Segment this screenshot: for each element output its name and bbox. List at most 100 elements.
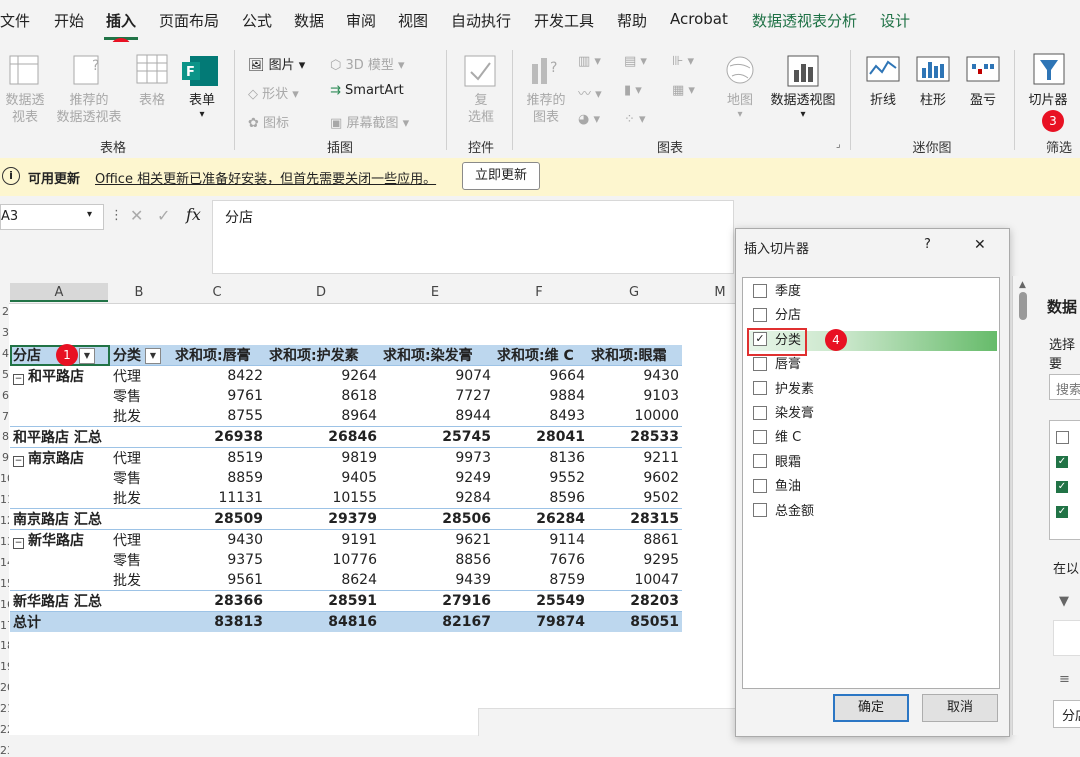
slicer-field-option[interactable]: 染发膏 <box>753 404 814 424</box>
scroll-up-icon[interactable]: ▲ <box>1019 280 1027 290</box>
pivot-value-cell[interactable]: 8519 <box>172 448 266 469</box>
pivot-category-cell[interactable]: 代理 <box>110 448 172 469</box>
pane-search-input[interactable]: 搜索 <box>1049 374 1080 400</box>
pivot-subtotal-cell[interactable]: 29379 <box>266 508 380 530</box>
collapse-icon[interactable]: − <box>13 374 24 385</box>
pivot-value-cell[interactable]: 9191 <box>266 530 380 551</box>
pivot-subtotal-cell[interactable]: 28591 <box>266 590 380 612</box>
row-number[interactable]: 11 <box>0 493 9 506</box>
pivot-subtotal-cell[interactable]: 28533 <box>588 426 682 448</box>
row-number[interactable]: 10 <box>0 472 9 485</box>
pane-field-checkbox-checked[interactable]: ✓ <box>1056 456 1068 468</box>
slicer-field-option[interactable]: 唇膏 <box>753 355 801 375</box>
pivot-subtotal-cell[interactable]: 25745 <box>380 426 494 448</box>
slicer-field-option[interactable]: 鱼油 <box>753 477 801 497</box>
name-box-dropdown-icon[interactable]: ▾ <box>87 209 92 220</box>
pivot-value-cell[interactable]: 7676 <box>494 550 588 570</box>
pivot-value-cell[interactable]: 9295 <box>588 550 682 570</box>
row-number[interactable]: 15 <box>0 577 9 590</box>
pivot-value-cell[interactable]: 9439 <box>380 570 494 591</box>
pivot-value-cell[interactable]: 8624 <box>266 570 380 591</box>
sparkline-winloss-button[interactable]: 盈亏 <box>960 92 1006 109</box>
dialog-close-button[interactable]: ✕ <box>974 237 986 253</box>
checkbox-icon[interactable] <box>753 454 767 469</box>
pivot-value-cell[interactable]: 8964 <box>266 406 380 427</box>
pivot-value-cell[interactable]: 9761 <box>172 386 266 406</box>
row-number[interactable]: 22 <box>0 723 9 736</box>
pivot-grand-total-cell[interactable]: 83813 <box>172 611 266 632</box>
pivot-value-cell[interactable]: 10000 <box>588 406 682 427</box>
pivot-subtotal-label[interactable]: 和平路店 汇总 <box>10 426 172 448</box>
checkbox-icon[interactable] <box>753 381 767 396</box>
checkbox-icon[interactable] <box>753 356 767 371</box>
pivot-subtotal-cell[interactable]: 28315 <box>588 508 682 530</box>
pivot-value-cell[interactable]: 9561 <box>172 570 266 591</box>
pivot-value-cell[interactable]: 9074 <box>380 366 494 387</box>
pivot-value-cell[interactable]: 9973 <box>380 448 494 469</box>
row-number[interactable]: 14 <box>0 556 9 569</box>
column-header-m[interactable]: M <box>700 285 740 300</box>
recommended-pivot-button[interactable]: 推荐的 数据透视表 <box>52 92 126 126</box>
pivot-value-cell[interactable]: 9621 <box>380 530 494 551</box>
category-filter-dropdown-icon[interactable]: ▼ <box>145 348 161 364</box>
collapse-icon[interactable]: − <box>13 538 24 549</box>
menu-pivot-analyze[interactable]: 数据透视表分析 <box>752 10 857 31</box>
pivot-subtotal-cell[interactable]: 26284 <box>494 508 588 530</box>
pivot-store-cell[interactable] <box>10 570 110 591</box>
pivot-subtotal-cell[interactable]: 28509 <box>172 508 266 530</box>
pivot-table-button[interactable]: 数据透 视表 <box>0 92 50 126</box>
enter-icon[interactable]: ✓ <box>157 206 170 225</box>
pivot-store-cell[interactable] <box>10 468 110 488</box>
name-box[interactable]: A3 ▾ <box>0 204 104 230</box>
pivot-header-category[interactable]: 分类 ▼ <box>110 345 172 366</box>
insert-function-icon[interactable]: fx <box>186 205 201 224</box>
menu-developer[interactable]: 开发工具 <box>534 10 594 31</box>
pivot-subtotal-cell[interactable]: 28506 <box>380 508 494 530</box>
menu-page-layout[interactable]: 页面布局 <box>159 10 219 31</box>
pivot-value-cell[interactable]: 8856 <box>380 550 494 570</box>
stat-chart-button[interactable]: ▮ ▾ <box>624 83 642 98</box>
pivot-value-cell[interactable]: 10155 <box>266 488 380 509</box>
pivot-store-cell[interactable]: − 新华路店 <box>10 530 110 551</box>
pivot-value-cell[interactable]: 10776 <box>266 550 380 570</box>
menu-design[interactable]: 设计 <box>880 10 910 31</box>
pane-field-checkbox-checked[interactable]: ✓ <box>1056 481 1068 493</box>
menu-formulas[interactable]: 公式 <box>242 10 272 31</box>
menu-acrobat[interactable]: Acrobat <box>670 10 728 28</box>
pivot-value-cell[interactable]: 9264 <box>266 366 380 387</box>
checkbox-icon[interactable] <box>753 503 767 518</box>
checkbox-icon[interactable] <box>753 405 767 420</box>
horizontal-scrollbar[interactable] <box>478 708 736 736</box>
collapse-icon[interactable]: − <box>13 456 24 467</box>
pivot-chart-dropdown-icon[interactable]: ▾ <box>764 106 842 123</box>
pivot-subtotal-cell[interactable]: 25549 <box>494 590 588 612</box>
row-number[interactable]: 20 <box>0 681 9 694</box>
pivot-subtotal-label[interactable]: 南京路店 汇总 <box>10 508 172 530</box>
hierarchy-chart-button[interactable]: ▤ ▾ <box>624 54 647 69</box>
store-filter-dropdown-icon[interactable]: ▼ <box>79 348 95 364</box>
pivot-value-cell[interactable]: 8493 <box>494 406 588 427</box>
row-number[interactable]: 21 <box>0 702 9 715</box>
menu-insert[interactable]: 插入 <box>106 10 136 31</box>
slicer-field-option[interactable]: 维 C <box>753 428 801 448</box>
row-number[interactable]: 8 <box>0 430 9 443</box>
column-header-a[interactable]: A <box>10 283 108 302</box>
formula-input[interactable]: 分店 <box>212 200 734 274</box>
column-header-c[interactable]: C <box>170 285 264 300</box>
row-number[interactable]: 23 <box>0 744 9 757</box>
pivot-subtotal-cell[interactable]: 26846 <box>266 426 380 448</box>
checkbox-icon[interactable] <box>753 478 767 493</box>
menu-file[interactable]: 文件 <box>0 10 30 31</box>
row-number[interactable]: 3 <box>0 326 9 339</box>
pane-field-checkbox[interactable] <box>1056 431 1069 444</box>
pivot-value-cell[interactable]: 9430 <box>172 530 266 551</box>
pivot-value-cell[interactable]: 9103 <box>588 386 682 406</box>
pivot-grand-total-cell[interactable]: 85051 <box>588 611 682 632</box>
pivot-value-cell[interactable]: 9284 <box>380 488 494 509</box>
scatter-chart-button[interactable]: ⁘ ▾ <box>624 112 646 127</box>
slicer-field-option[interactable]: 护发素 <box>753 380 814 400</box>
row-number[interactable]: 4 <box>0 347 9 360</box>
menu-view[interactable]: 视图 <box>398 10 428 31</box>
slicer-field-option[interactable]: 季度 <box>753 282 801 302</box>
pivot-value-cell[interactable]: 11131 <box>172 488 266 509</box>
